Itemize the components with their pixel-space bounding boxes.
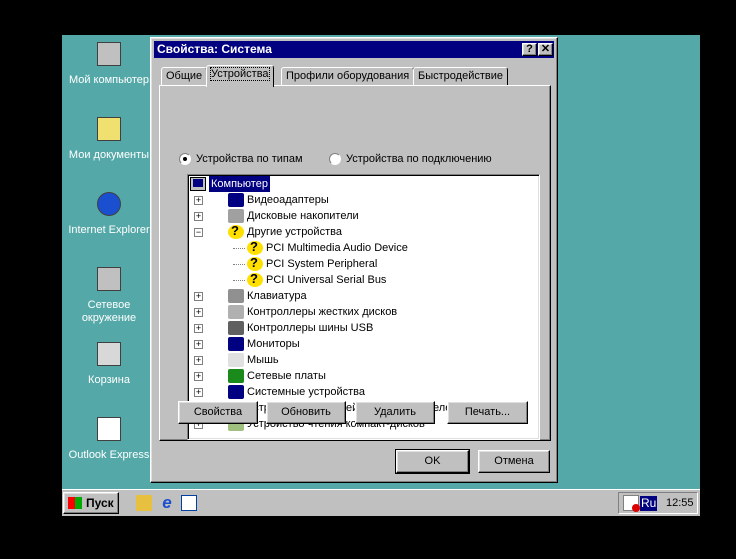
desktop-icon-label: Сетевое окружение: [81, 299, 137, 324]
desktop-icon-label: Outlook Express: [68, 449, 150, 461]
properties-button[interactable]: Свойства: [178, 401, 258, 424]
tree-item[interactable]: Контроллеры жестких дисков: [228, 304, 397, 320]
radio-circle[interactable]: [329, 153, 341, 165]
desktop-icon[interactable]: Outlook Express: [65, 413, 153, 462]
tree-connector: [233, 264, 245, 265]
window-title: Свойства: Система: [157, 42, 272, 56]
tree-item[interactable]: Мониторы: [228, 336, 300, 352]
tab-devices[interactable]: Устройства: [206, 65, 274, 87]
system-device-icon: [228, 385, 244, 399]
folder-icon: [93, 113, 125, 145]
unknown-device-icon: ?: [247, 271, 263, 287]
disk-drive-icon: [228, 209, 244, 223]
language-indicator[interactable]: Ru: [640, 496, 658, 511]
print-button[interactable]: Печать...: [447, 401, 528, 424]
taskbar: Пуск e Ru 12:55: [62, 489, 700, 516]
computer-icon: [190, 177, 206, 191]
unknown-device-icon: ?: [228, 223, 244, 239]
radio-by-type[interactable]: Устройства по типам: [179, 153, 303, 165]
tree-item[interactable]: Контроллеры шины USB: [228, 320, 373, 336]
expand-icon[interactable]: +: [194, 340, 203, 349]
ie-icon[interactable]: e: [159, 494, 175, 511]
refresh-button[interactable]: Обновить: [266, 401, 346, 424]
expand-icon[interactable]: +: [194, 324, 203, 333]
scheduler-icon[interactable]: [623, 495, 640, 512]
hdd-controller-icon: [228, 305, 244, 319]
desktop-icon[interactable]: Корзина: [65, 338, 153, 387]
help-button[interactable]: ?: [522, 43, 537, 56]
system-tray: Ru 12:55: [618, 492, 698, 514]
display-adapter-icon: [228, 193, 244, 207]
tree-item[interactable]: Мышь: [228, 352, 279, 368]
unknown-device-icon: ?: [247, 239, 263, 255]
usb-icon: [228, 321, 244, 335]
tree-connector: [233, 280, 245, 281]
tab-hardware-profiles[interactable]: Профили оборудования: [281, 67, 415, 86]
unknown-device-icon: ?: [247, 255, 263, 271]
desktop-icon-label: Мой компьютер: [68, 74, 150, 86]
expand-icon[interactable]: +: [194, 196, 203, 205]
title-bar[interactable]: Свойства: Система ? ✕: [154, 41, 554, 58]
desktop-icon-label: Internet Explorer: [68, 224, 150, 236]
desktop-icon-label: Мои документы: [68, 149, 150, 161]
desktop-icon[interactable]: Сетевое окружение: [65, 263, 153, 325]
tab-general[interactable]: Общие: [161, 67, 208, 86]
network-card-icon: [228, 369, 244, 383]
tree-item[interactable]: ? Другие устройства: [228, 223, 342, 240]
expand-icon[interactable]: +: [194, 356, 203, 365]
ie-icon: [93, 188, 125, 220]
my-computer-icon: [93, 38, 125, 70]
tree-item[interactable]: ? PCI Multimedia Audio Device: [247, 239, 408, 256]
desktop-icon[interactable]: Internet Explorer: [65, 188, 153, 237]
collapse-icon[interactable]: −: [194, 228, 203, 237]
radio-circle[interactable]: [179, 153, 191, 165]
windows-logo-icon: [68, 497, 82, 509]
tree-connector: [233, 248, 245, 249]
outlook-express-icon[interactable]: [181, 495, 197, 511]
show-desktop-icon[interactable]: [136, 495, 152, 511]
tree-item[interactable]: Клавиатура: [228, 288, 307, 304]
expand-icon[interactable]: +: [194, 292, 203, 301]
desktop-icon[interactable]: Мой компьютер: [65, 38, 153, 87]
expand-icon[interactable]: +: [194, 212, 203, 221]
desktop-icon[interactable]: Мои документы: [65, 113, 153, 162]
system-properties-window: Свойства: Система ? ✕ Общие Устройства П…: [150, 37, 558, 483]
tree-item[interactable]: Видеоадаптеры: [228, 192, 329, 208]
tab-performance[interactable]: Быстродействие: [413, 67, 508, 86]
tree-item[interactable]: Дисковые накопители: [228, 208, 359, 224]
expand-icon[interactable]: +: [194, 388, 203, 397]
recycle-bin-icon: [93, 338, 125, 370]
mouse-icon: [228, 353, 244, 367]
tab-panel: Устройства по типам Устройства по подклю…: [159, 85, 551, 441]
ok-button[interactable]: OK: [395, 449, 470, 474]
monitor-icon: [228, 337, 244, 351]
keyboard-icon: [228, 289, 244, 303]
tree-item[interactable]: ? PCI System Peripheral: [247, 255, 377, 272]
network-icon: [93, 263, 125, 295]
tree-item[interactable]: Сетевые платы: [228, 368, 326, 384]
close-button[interactable]: ✕: [538, 43, 553, 56]
outlook-icon: [93, 413, 125, 445]
desktop-icon-label: Корзина: [88, 374, 130, 386]
tree-item[interactable]: Системные устройства: [228, 384, 365, 400]
clock[interactable]: 12:55: [666, 496, 694, 511]
tree-root[interactable]: Компьютер: [190, 176, 270, 192]
start-button[interactable]: Пуск: [63, 492, 119, 514]
cancel-button[interactable]: Отмена: [478, 450, 550, 473]
expand-icon[interactable]: +: [194, 372, 203, 381]
expand-icon[interactable]: +: [194, 308, 203, 317]
tree-item[interactable]: ? PCI Universal Serial Bus: [247, 271, 386, 288]
remove-button[interactable]: Удалить: [355, 401, 435, 424]
radio-by-connection[interactable]: Устройства по подключению: [329, 153, 492, 165]
